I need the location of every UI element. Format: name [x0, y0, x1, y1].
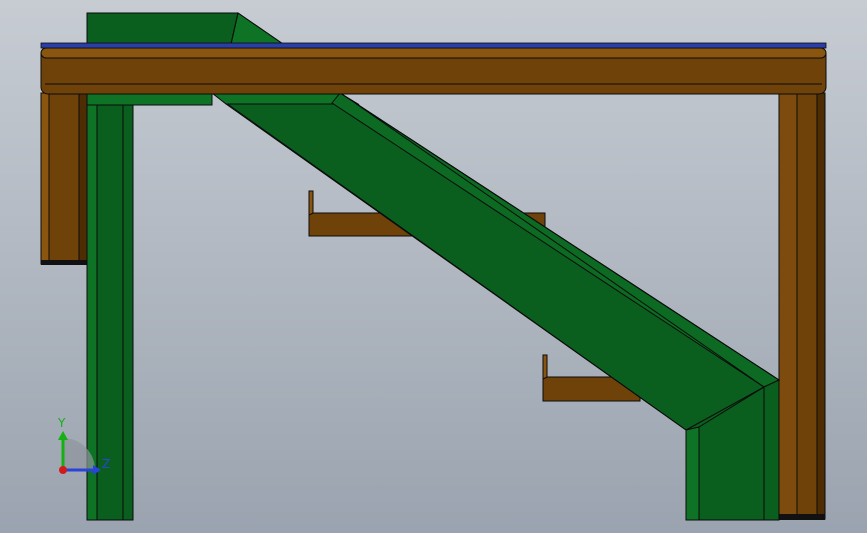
right-tall-post[interactable]	[778, 92, 826, 520]
left-green-column[interactable]	[86, 92, 134, 521]
y-axis-label: Y	[57, 416, 66, 430]
x-axis-dot	[59, 466, 67, 474]
blue-top-plate[interactable]	[40, 42, 827, 49]
green-beam-underside	[86, 92, 213, 106]
z-axis-label: Z	[102, 457, 110, 471]
top-brown-beam[interactable]	[40, 47, 827, 95]
cad-viewport[interactable]: Y Z	[0, 0, 867, 533]
left-short-post[interactable]	[40, 92, 88, 265]
3d-model-scene[interactable]: Y Z	[0, 0, 867, 533]
